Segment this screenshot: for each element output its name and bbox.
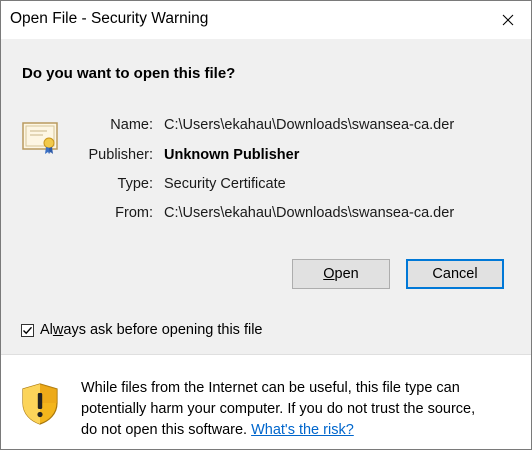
always-ask-checkbox[interactable] <box>21 323 34 337</box>
from-label: From: <box>115 205 153 221</box>
dialog-question: Do you want to open this file? <box>22 65 236 82</box>
cancel-button-label: Cancel <box>432 266 478 282</box>
detail-row-type: Type: Security Certificate <box>1 176 531 196</box>
title-bar[interactable]: Open File - Security Warning <box>1 1 531 39</box>
name-label: Name: <box>110 117 153 133</box>
detail-row-publisher: Publisher: Unknown Publisher <box>1 147 531 167</box>
warning-footer: While files from the Internet can be use… <box>1 355 531 449</box>
close-icon <box>502 14 514 26</box>
security-warning-dialog: Open File - Security Warning Do you want… <box>0 0 532 450</box>
publisher-value: Unknown Publisher <box>164 147 300 163</box>
whats-the-risk-link[interactable]: What's the risk? <box>251 422 354 438</box>
type-label: Type: <box>117 176 153 192</box>
always-ask-checkbox-row[interactable]: Always ask before opening this file <box>21 321 262 339</box>
publisher-label: Publisher: <box>88 147 153 163</box>
warning-line-3: do not open this software. What's the ri… <box>81 422 354 438</box>
from-value: C:\Users\ekahau\Downloads\swansea-ca.der <box>164 205 455 221</box>
detail-row-from: From: C:\Users\ekahau\Downloads\swansea-… <box>1 205 531 225</box>
dialog-body: Do you want to open this file? Name: C:\… <box>1 39 531 354</box>
open-button-label: Open <box>323 266 359 282</box>
type-value: Security Certificate <box>164 176 286 192</box>
open-button[interactable]: Open <box>292 259 390 289</box>
window-title: Open File - Security Warning <box>10 10 209 27</box>
checkmark-icon <box>23 326 33 334</box>
always-ask-label[interactable]: Always ask before opening this file <box>40 322 262 338</box>
cancel-button[interactable]: Cancel <box>406 259 504 289</box>
warning-line-1: While files from the Internet can be use… <box>81 380 460 396</box>
close-button[interactable] <box>485 1 531 39</box>
detail-row-name: Name: C:\Users\ekahau\Downloads\swansea-… <box>1 117 531 137</box>
shield-warning-icon <box>22 383 58 425</box>
name-value: C:\Users\ekahau\Downloads\swansea-ca.der <box>164 117 455 133</box>
warning-text: While files from the Internet can be use… <box>81 378 511 441</box>
warning-line-2: potentially harm your computer. If you d… <box>81 401 476 417</box>
